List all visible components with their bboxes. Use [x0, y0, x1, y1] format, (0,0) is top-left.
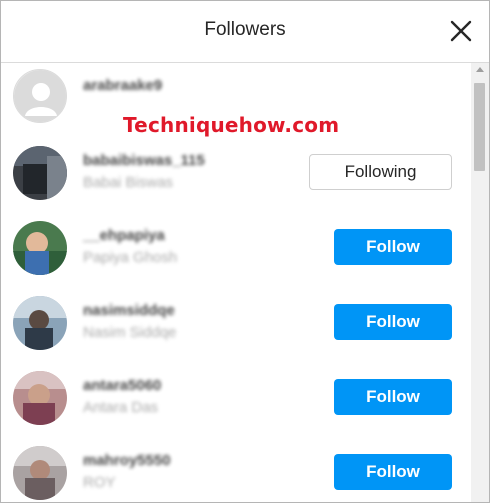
close-icon[interactable]	[449, 19, 473, 43]
watermark-text: Techniquehow.com	[123, 113, 340, 137]
list-item[interactable]: __ehpapiya Papiya Ghosh Follow	[1, 213, 471, 288]
username[interactable]: arabraake9	[83, 77, 162, 94]
full-name: Papiya Ghosh	[83, 249, 178, 266]
list-item[interactable]: antara5060 Antara Das Follow	[1, 363, 471, 438]
full-name: Antara Das	[83, 399, 159, 416]
full-name: ROY	[83, 474, 116, 491]
avatar[interactable]	[13, 371, 67, 425]
scrollbar-thumb[interactable]	[474, 83, 485, 171]
list-item[interactable]: mahroy5550 ROY Follow	[1, 438, 471, 502]
scrollbar[interactable]	[471, 63, 489, 502]
username[interactable]: mahroy5550	[83, 452, 171, 469]
list-item[interactable]: nasimsiddqe Nasim Siddqe Follow	[1, 288, 471, 363]
list-item[interactable]: babaibiswas_115 Babai Biswas Following	[1, 138, 471, 213]
full-name: Nasim Siddqe	[83, 324, 177, 341]
scroll-up-arrow-icon[interactable]	[476, 67, 484, 72]
default-avatar-icon[interactable]	[13, 69, 67, 123]
follow-button[interactable]: Follow	[334, 454, 452, 490]
avatar[interactable]	[13, 296, 67, 350]
dialog-header: Followers	[1, 1, 489, 63]
follow-button[interactable]: Follow	[334, 229, 452, 265]
username[interactable]: nasimsiddqe	[83, 302, 175, 319]
username[interactable]: babaibiswas_115	[83, 152, 205, 169]
avatar[interactable]	[13, 146, 67, 200]
follow-button[interactable]: Follow	[334, 304, 452, 340]
avatar[interactable]	[13, 221, 67, 275]
full-name: Babai Biswas	[83, 174, 174, 191]
username[interactable]: __ehpapiya	[83, 227, 165, 244]
username[interactable]: antara5060	[83, 377, 161, 394]
followers-dialog: Followers arabraake9 babaibiswas_115 Bab…	[0, 0, 490, 503]
avatar[interactable]	[13, 446, 67, 500]
following-button[interactable]: Following	[309, 154, 452, 190]
follow-button[interactable]: Follow	[334, 379, 452, 415]
dialog-title: Followers	[204, 19, 286, 40]
